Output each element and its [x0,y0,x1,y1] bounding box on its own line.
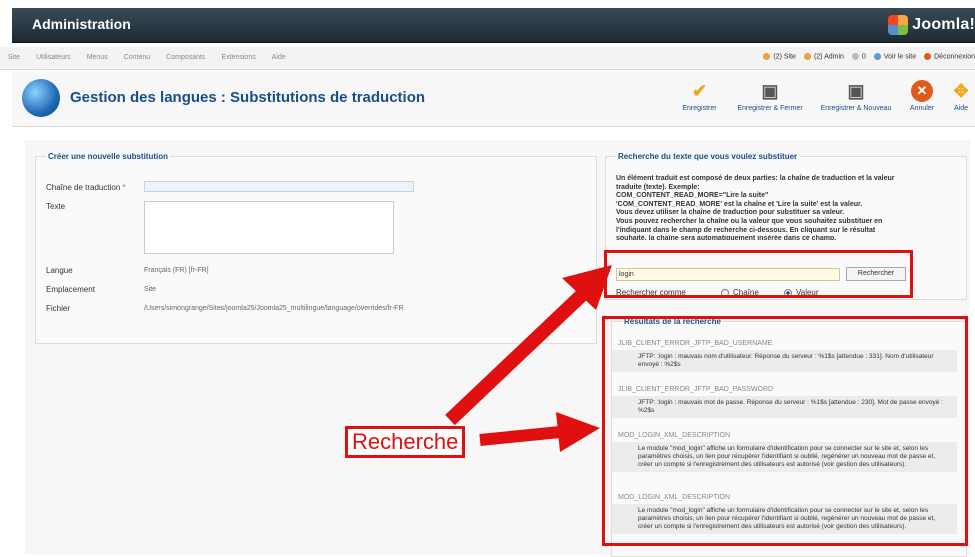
annotation-arrows [445,265,612,452]
arrow-right-head [556,412,600,452]
arrow-right-shaft [479,426,561,446]
recherche-annotation-label: Recherche [345,426,466,458]
arrow-up-shaft [445,286,590,426]
